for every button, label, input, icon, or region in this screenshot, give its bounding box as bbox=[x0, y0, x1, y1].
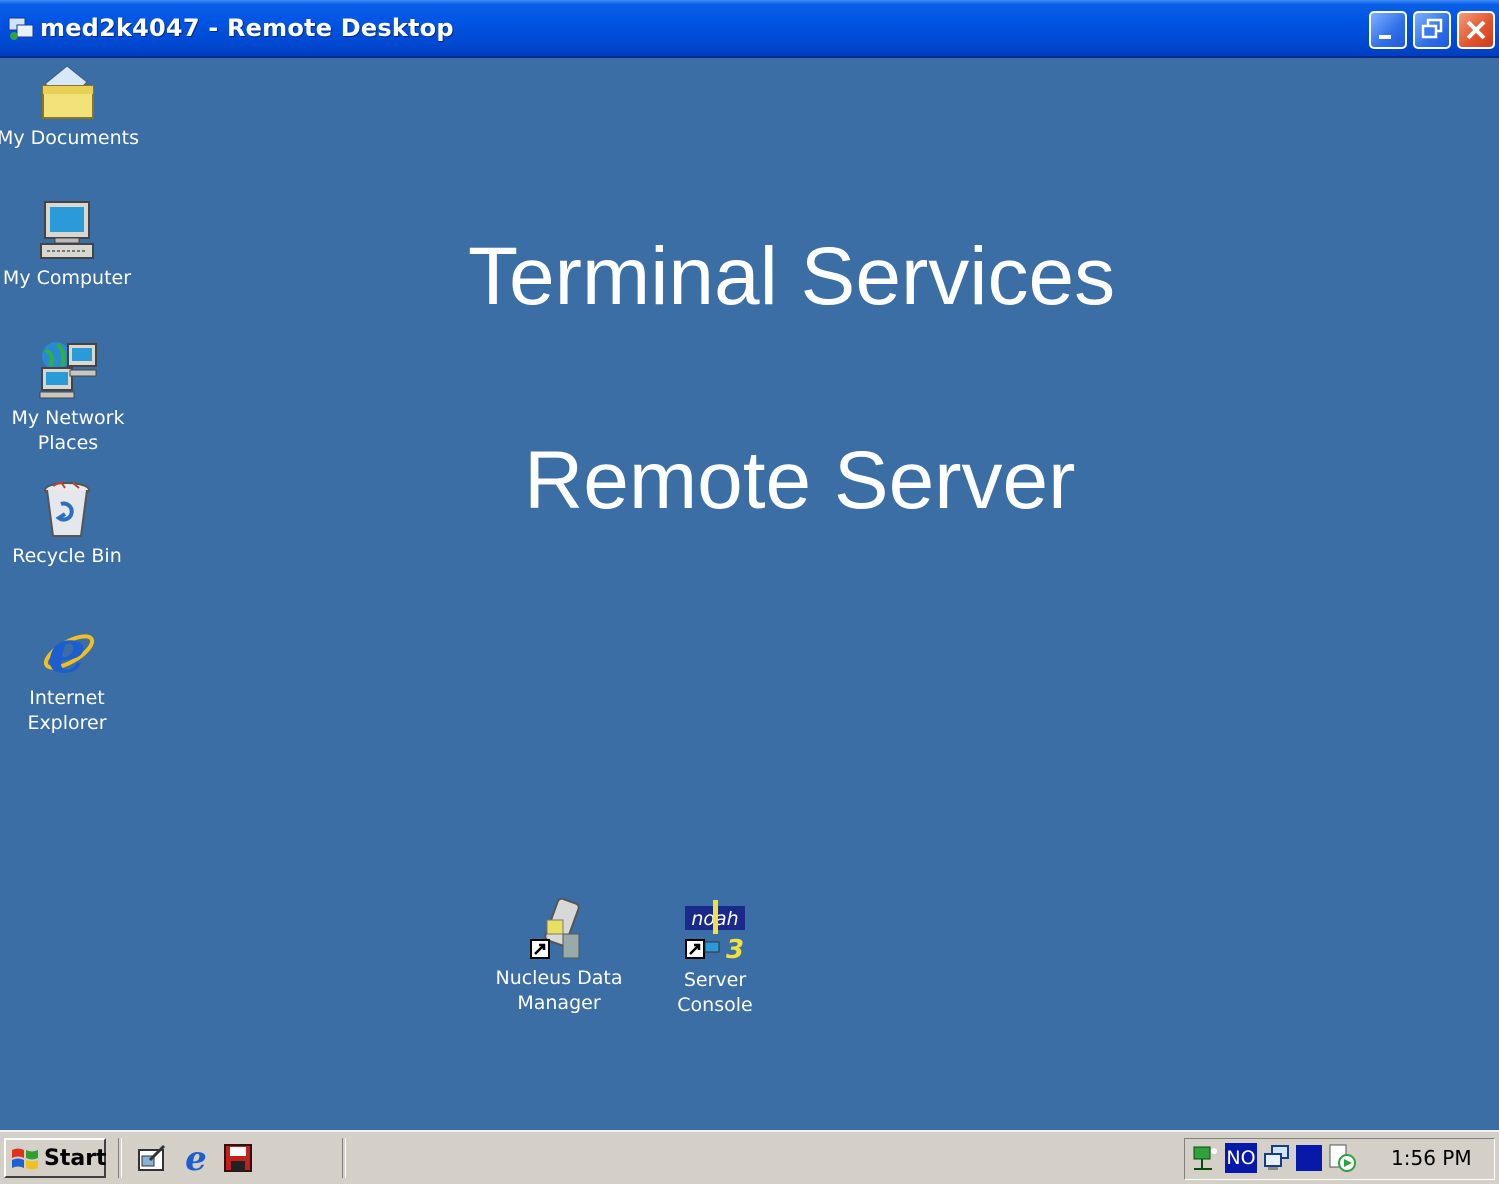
close-button[interactable] bbox=[1457, 11, 1495, 49]
desktop-icon-server-console[interactable]: noah 3 Server Console bbox=[645, 900, 785, 1018]
desktop-icon-nucleus-data-manager[interactable]: Nucleus Data Manager bbox=[489, 896, 629, 1016]
icon-label: My Documents bbox=[0, 127, 140, 149]
desktop-icon-recycle-bin[interactable]: Recycle Bin bbox=[0, 480, 137, 569]
windows-logo-icon bbox=[12, 1148, 38, 1170]
taskbar-separator bbox=[342, 1138, 346, 1178]
desktop-icon-my-documents[interactable]: My Documents bbox=[0, 62, 140, 151]
icon-label-line-2: Explorer bbox=[27, 712, 107, 734]
my-computer-icon bbox=[40, 201, 94, 259]
noah-server-console-icon: noah 3 bbox=[685, 900, 745, 964]
icon-label: My Computer bbox=[2, 267, 132, 289]
start-label: Start bbox=[44, 1146, 107, 1171]
svg-text:e: e bbox=[48, 620, 86, 682]
icon-label: My Network bbox=[11, 407, 125, 429]
restore-button[interactable] bbox=[1413, 11, 1451, 49]
media-icon[interactable] bbox=[1327, 1143, 1357, 1173]
clock[interactable]: 1:56 PM bbox=[1391, 1146, 1472, 1170]
taskbar: Start e NO 1:56 PM bbox=[0, 1130, 1499, 1184]
my-documents-icon bbox=[42, 65, 94, 119]
internet-explorer-icon: e bbox=[43, 620, 95, 682]
window-title-bar[interactable]: med2k4047 - Remote Desktop bbox=[0, 0, 1499, 58]
recycle-bin-icon bbox=[44, 480, 90, 537]
icon-label-line-2: Places bbox=[37, 432, 99, 454]
svg-text:e: e bbox=[185, 1142, 207, 1174]
headline-remote-server: Remote Server bbox=[524, 435, 1076, 526]
desktop-icon-internet-explorer[interactable]: e Internet Explorer bbox=[0, 620, 137, 736]
save-icon[interactable] bbox=[222, 1142, 254, 1174]
language-indicator[interactable]: NO bbox=[1225, 1143, 1257, 1173]
internet-explorer-icon[interactable]: e bbox=[180, 1142, 212, 1174]
icon-label: Internet bbox=[29, 687, 105, 709]
monitor-icon[interactable] bbox=[1294, 1143, 1324, 1173]
icon-label: Server bbox=[683, 969, 747, 991]
desktop-icon-my-network-places[interactable]: My Network Places bbox=[0, 338, 138, 456]
svg-text:3: 3 bbox=[726, 935, 744, 964]
close-icon bbox=[1466, 20, 1486, 40]
start-button[interactable]: Start bbox=[4, 1138, 107, 1178]
network-icon[interactable] bbox=[1190, 1143, 1220, 1173]
headline-terminal-services: Terminal Services bbox=[468, 231, 1116, 322]
show-desktop-icon[interactable] bbox=[136, 1142, 168, 1174]
window-title: med2k4047 - Remote Desktop bbox=[40, 14, 454, 42]
taskbar-separator bbox=[118, 1138, 122, 1178]
minimize-button[interactable] bbox=[1369, 11, 1407, 49]
icon-label-line-2: Console bbox=[677, 994, 753, 1016]
minimize-icon bbox=[1379, 35, 1391, 39]
icon-label: Nucleus Data bbox=[495, 967, 623, 989]
icon-label-line-2: Manager bbox=[517, 992, 601, 1014]
remote-desktop-icon bbox=[8, 17, 34, 40]
icon-label: Recycle Bin bbox=[12, 545, 122, 567]
network-places-icon bbox=[39, 342, 97, 399]
restore-icon bbox=[1421, 18, 1443, 39]
desktop[interactable]: Terminal Services Remote Server My Docum… bbox=[0, 58, 1499, 1130]
nucleus-data-manager-icon bbox=[530, 897, 580, 959]
desktop-icon-my-computer[interactable]: My Computer bbox=[0, 198, 137, 291]
computer-icon[interactable] bbox=[1262, 1143, 1292, 1173]
